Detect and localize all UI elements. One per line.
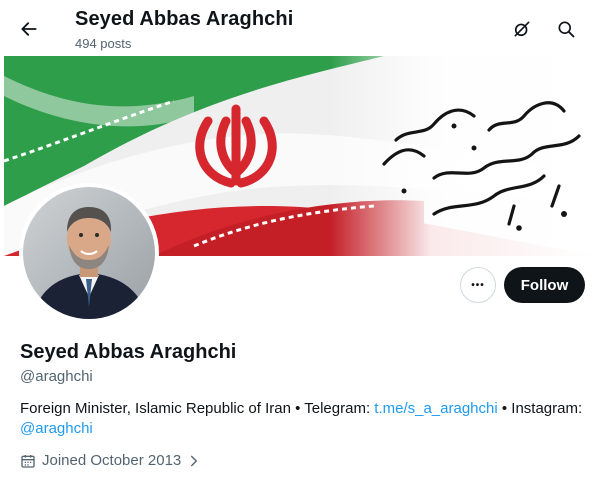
more-options-button[interactable]: ••• xyxy=(460,267,496,303)
telegram-link[interactable]: t.me/s_a_araghchi xyxy=(374,400,497,417)
profile-photo-image xyxy=(23,187,155,319)
arrow-left-icon xyxy=(21,22,37,36)
more-dots-icon: ••• xyxy=(471,279,485,291)
profile-handle: @araghchi xyxy=(20,368,93,385)
avatar[interactable] xyxy=(19,183,159,323)
profile-name: Seyed Abbas Araghchi xyxy=(20,341,237,363)
search-icon xyxy=(558,21,575,38)
search-button[interactable] xyxy=(552,15,580,43)
follow-button[interactable]: Follow xyxy=(504,267,585,303)
bio-text-middle: • Instagram: xyxy=(497,400,583,417)
profile-header: Seyed Abbas Araghchi 494 posts xyxy=(0,0,601,56)
profile-bio: Foreign Minister, Islamic Republic of Ir… xyxy=(20,399,590,439)
calendar-icon xyxy=(21,454,35,468)
back-button[interactable] xyxy=(14,14,44,44)
joined-date[interactable]: Joined October 2013 xyxy=(20,452,201,469)
joined-label: Joined October 2013 xyxy=(42,452,182,469)
posts-count: 494 posts xyxy=(75,36,132,51)
chevron-right-icon xyxy=(191,455,198,466)
grok-button[interactable] xyxy=(508,15,536,43)
instagram-link[interactable]: @araghchi xyxy=(20,420,93,437)
bio-text-prefix: Foreign Minister, Islamic Republic of Ir… xyxy=(20,400,375,417)
page-title: Seyed Abbas Araghchi xyxy=(75,8,294,30)
grok-icon xyxy=(514,21,530,37)
